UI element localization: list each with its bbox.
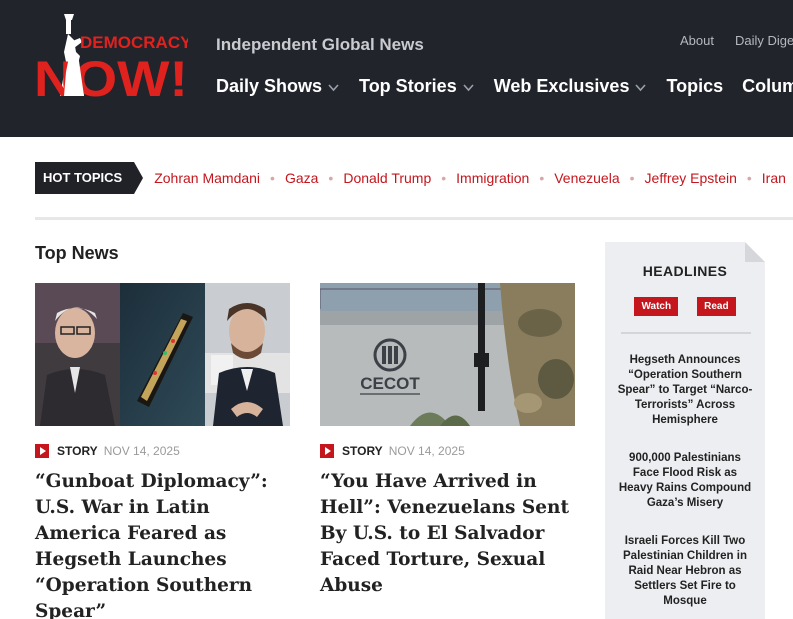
hot-topic-link[interactable]: Venezuela [554, 170, 619, 186]
hot-topics-bar: HOT TOPICS Zohran Mamdani • Gaza • Donal… [35, 162, 793, 194]
headlines-actions: Watch Read [605, 297, 765, 316]
corner-fold [745, 242, 765, 262]
headlines-title: HEADLINES [642, 263, 728, 279]
headlines-sidebar: HEADLINES Watch Read Hegseth Announces “… [605, 242, 765, 619]
story-headline[interactable]: “Gunboat Diplomacy”: U.S. War in Latin A… [35, 469, 290, 619]
democracy-now-logo[interactable]: DEMOCRACY NOW! [34, 12, 188, 100]
topic-separator: • [441, 170, 447, 186]
nav-label: Daily Shows [216, 76, 323, 96]
site-header: DEMOCRACY NOW! Independent Global News A… [0, 0, 793, 137]
hot-topic-link[interactable]: Immigration [456, 170, 529, 186]
chevron-down-icon [635, 84, 647, 92]
topic-separator: • [270, 170, 275, 186]
story-headline[interactable]: “You Have Arrived in Hell”: Venezuelans … [320, 469, 575, 599]
nav-label: Columns [742, 76, 793, 96]
topic-separator: • [746, 170, 752, 186]
topic-separator: • [539, 170, 545, 186]
hot-topics-label: HOT TOPICS [35, 162, 144, 194]
headlines-divider [621, 332, 751, 334]
logo-democracy: DEMOCRACY [80, 33, 188, 52]
topic-separator: • [629, 170, 635, 186]
nav-topics[interactable]: Topics [666, 76, 723, 97]
headline-item[interactable]: 900,000 Palestinians Face Flood Risk as … [605, 451, 765, 511]
headlines-list: Hegseth Announces “Operation Southern Sp… [605, 353, 765, 619]
logo-now: NOW! [34, 51, 188, 100]
story-thumbnail[interactable] [35, 283, 290, 426]
hot-topic-link[interactable]: Iran [762, 170, 786, 186]
watch-button[interactable]: Watch [634, 297, 679, 316]
story-date: NOV 14, 2025 [103, 444, 180, 458]
nav-label: Topics [666, 76, 724, 96]
story-meta: STORY NOV 14, 2025 [35, 444, 290, 458]
nav-columns[interactable]: Columns [742, 76, 793, 97]
hot-topic-link[interactable]: Zohran Mamdani [154, 170, 260, 186]
story-date: NOV 14, 2025 [388, 444, 465, 458]
daily-digest-link[interactable]: Daily Dige [735, 33, 793, 48]
story-card: STORY NOV 14, 2025 “Gunboat Diplomacy”: … [35, 283, 290, 619]
hot-topic-link[interactable]: Jeffrey Epstein [645, 170, 737, 186]
nav-top-stories[interactable]: Top Stories [359, 76, 475, 97]
nav-label: Web Exclusives [493, 76, 630, 96]
play-icon [35, 444, 49, 458]
main-nav: Daily Shows Top Stories Web Exclusives T… [216, 76, 793, 97]
story-thumbnail[interactable]: CECOT [320, 283, 575, 426]
story-card: CECOT STORY NOV 14, 2025 “You Have Arriv… [320, 283, 575, 599]
nav-web-exclusives[interactable]: Web Exclusives [494, 76, 648, 97]
top-news-heading: Top News [35, 243, 119, 263]
read-button[interactable]: Read [697, 297, 736, 316]
section-divider [35, 217, 793, 220]
nav-daily-shows[interactable]: Daily Shows [216, 76, 340, 97]
chevron-down-icon [463, 84, 474, 92]
story-type: STORY [342, 444, 383, 458]
hot-topic-link[interactable]: Gaza [285, 170, 318, 186]
headline-item[interactable]: Hegseth Announces “Operation Southern Sp… [605, 353, 765, 428]
story-meta: STORY NOV 14, 2025 [320, 444, 575, 458]
site-tagline: Independent Global News [216, 35, 424, 54]
hot-topic-link[interactable]: Donald Trump [343, 170, 431, 186]
topic-separator: • [328, 170, 334, 186]
chevron-down-icon [328, 84, 339, 92]
play-icon [320, 444, 334, 458]
about-link[interactable]: About [680, 33, 714, 48]
cecot-sign: CECOT [360, 374, 420, 393]
story-type: STORY [57, 444, 98, 458]
nav-label: Top Stories [359, 76, 457, 96]
headline-item[interactable]: Israeli Forces Kill Two Palestinian Chil… [605, 534, 765, 609]
